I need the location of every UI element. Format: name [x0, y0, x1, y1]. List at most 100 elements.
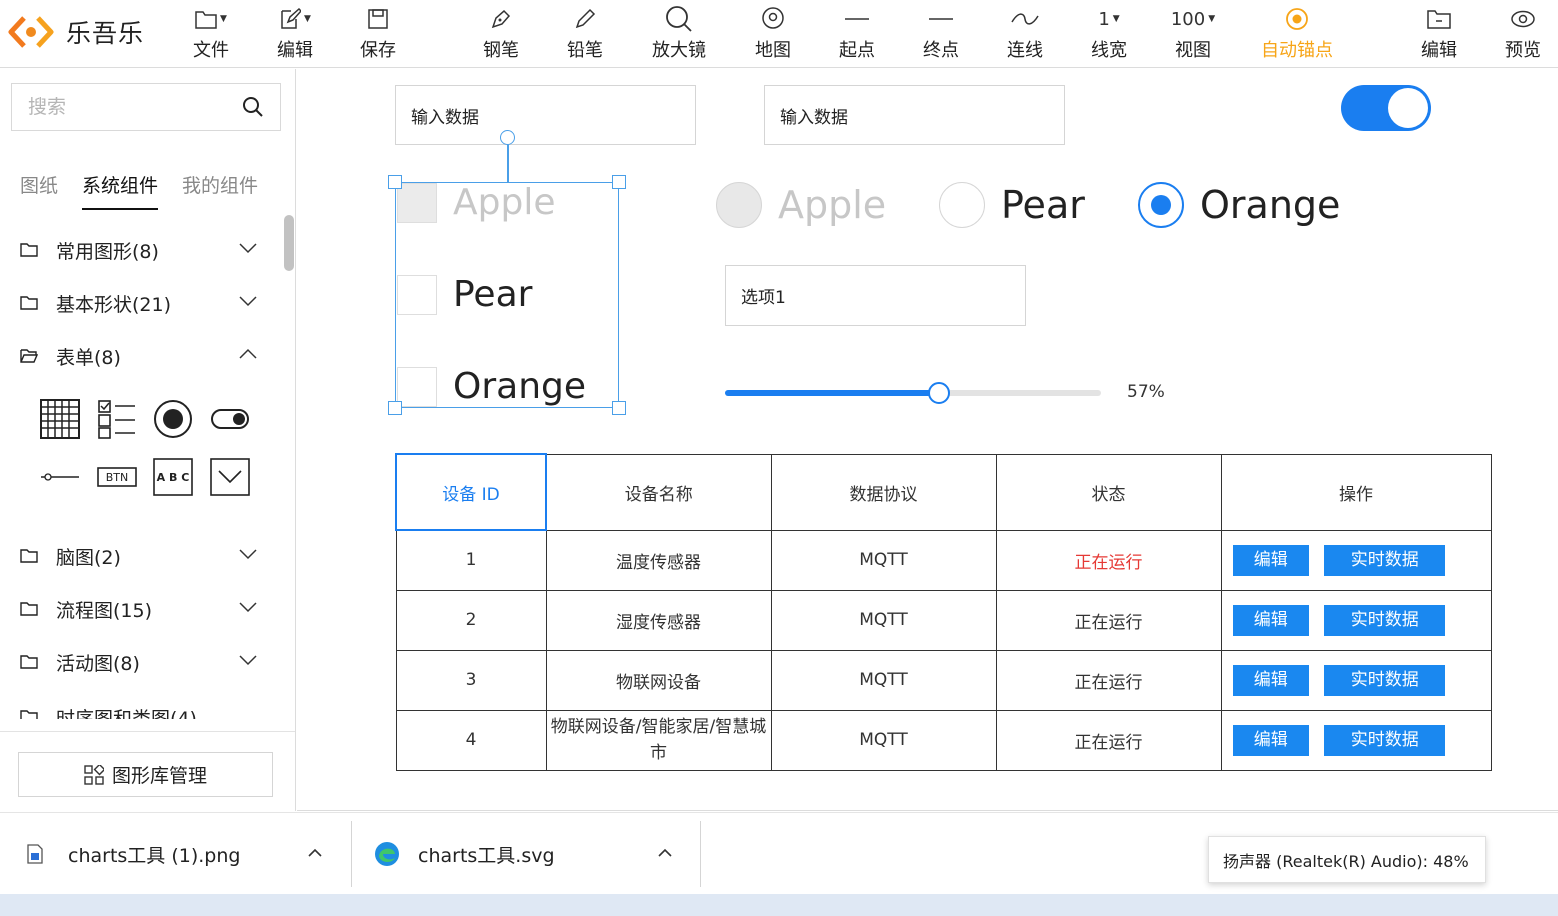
header-device-id[interactable]: 设备 ID: [395, 453, 547, 531]
slider-thumb[interactable]: [928, 382, 951, 404]
category-label: 脑图(2): [56, 546, 121, 569]
radio-pear[interactable]: Pear: [939, 182, 1085, 228]
connector-label: 连线: [1007, 40, 1043, 61]
button-icon[interactable]: BTN: [97, 457, 137, 497]
library-management-button[interactable]: 图形库管理: [18, 752, 273, 797]
edit-button[interactable]: 编辑: [1232, 604, 1309, 636]
file-menu-button[interactable]: ▼ 文件: [179, 4, 243, 66]
zoom-value: 100: [1170, 8, 1206, 30]
sidebar-scrollbar[interactable]: [284, 215, 294, 271]
header-actions: 操作: [1220, 453, 1492, 531]
tab-drawings[interactable]: 图纸: [20, 171, 58, 210]
realtime-data-button[interactable]: 实时数据: [1324, 664, 1446, 696]
category-label: 时序图和类图(4): [56, 707, 197, 720]
connector-button[interactable]: 连线: [993, 4, 1057, 66]
realtime-data-button[interactable]: 实时数据: [1324, 724, 1446, 756]
tab-my-components[interactable]: 我的组件: [182, 171, 258, 210]
cell-actions: 编辑 实时数据: [1220, 709, 1492, 771]
rotate-handle[interactable]: [500, 130, 515, 145]
divider: [351, 821, 352, 887]
end-arrow-button[interactable]: 终点: [909, 4, 973, 66]
zoom-dropdown[interactable]: 100 ▼ 视图: [1161, 4, 1225, 66]
cell-protocol: MQTT: [770, 649, 997, 711]
category-common-shapes[interactable]: 常用图形(8): [20, 236, 264, 264]
radio-orange[interactable]: Orange: [1138, 182, 1340, 228]
line-width-value: 1: [1098, 8, 1110, 30]
edit-button[interactable]: 编辑: [1232, 664, 1309, 696]
pen-tool-button[interactable]: 钢笔: [469, 4, 533, 66]
drawing-canvas[interactable]: 输入数据 输入数据 Apple Pear Orange Apple Pear O…: [297, 69, 1558, 811]
curve-icon: [1011, 13, 1039, 25]
cell-name: 温度传感器: [545, 529, 772, 591]
resize-handle-bottom-left[interactable]: [388, 401, 402, 415]
edit-mode-button[interactable]: 编辑: [1407, 4, 1471, 66]
rotation-line: [507, 145, 509, 183]
category-basic-shapes[interactable]: 基本形状(21): [20, 289, 264, 317]
data-input-1[interactable]: 输入数据: [395, 85, 696, 145]
radio-label: Pear: [1001, 183, 1085, 227]
cell-status: 正在运行: [995, 709, 1222, 771]
auto-anchor-button[interactable]: 自动锚点: [1253, 4, 1341, 66]
start-arrow-button[interactable]: 起点: [825, 4, 889, 66]
category-forms[interactable]: 表单(8): [20, 342, 264, 370]
download-item-png[interactable]: charts工具 (1).png: [26, 813, 336, 895]
line-end-icon: [929, 18, 953, 20]
checkbox-list-icon[interactable]: [97, 399, 137, 439]
resize-handle-bottom-right[interactable]: [612, 401, 626, 415]
category-mindmap[interactable]: 脑图(2): [20, 542, 264, 570]
btn-text: BTN: [106, 471, 129, 484]
save-label: 保存: [360, 40, 396, 61]
toggle-icon[interactable]: [210, 399, 250, 439]
resize-handle-top-right[interactable]: [612, 175, 626, 189]
radio-circle: [939, 182, 985, 228]
text-input-icon[interactable]: A B C: [153, 457, 193, 497]
line-width-dropdown[interactable]: 1 ▼ 线宽: [1077, 4, 1141, 66]
magnifier-tool-button[interactable]: 放大镜: [647, 4, 711, 66]
save-button[interactable]: 保存: [346, 4, 410, 66]
category-label: 常用图形(8): [56, 240, 159, 263]
radio-icon[interactable]: [153, 399, 193, 439]
slider-icon[interactable]: [40, 457, 80, 497]
option-select[interactable]: 选项1: [725, 265, 1026, 326]
radio-apple[interactable]: Apple: [716, 182, 886, 228]
slider-track[interactable]: [725, 382, 1101, 404]
chevron-up-icon[interactable]: [658, 848, 672, 857]
category-sequence-class[interactable]: 时序图和类图(4): [20, 701, 264, 719]
cell-status: 正在运行: [995, 589, 1222, 651]
magnifier-icon: [666, 6, 692, 32]
category-flowchart[interactable]: 流程图(15): [20, 595, 264, 623]
table-icon[interactable]: [40, 399, 80, 439]
edit-button[interactable]: 编辑: [1232, 544, 1309, 576]
tab-system-components[interactable]: 系统组件: [82, 171, 159, 210]
download-item-svg[interactable]: charts工具.svg: [374, 813, 684, 895]
table-row: 3 物联网设备 MQTT 正在运行 编辑 实时数据: [395, 649, 1492, 711]
start-label: 起点: [839, 40, 875, 61]
save-icon: [368, 9, 388, 29]
category-activity[interactable]: 活动图(8): [20, 648, 264, 676]
search-icon[interactable]: [242, 96, 264, 118]
resize-handle-top-left[interactable]: [388, 175, 402, 189]
realtime-data-button[interactable]: 实时数据: [1324, 544, 1446, 576]
cell-status: 正在运行: [995, 529, 1222, 591]
category-label: 表单(8): [56, 346, 121, 369]
toggle-switch[interactable]: [1341, 85, 1431, 131]
chevron-up-icon[interactable]: [308, 848, 322, 857]
search-input[interactable]: [28, 96, 228, 118]
chevron-up-icon: [239, 348, 257, 359]
slider-fill: [725, 390, 940, 396]
select-icon[interactable]: [210, 457, 250, 497]
table-header-row: 设备 ID 设备名称 数据协议 状态 操作: [395, 453, 1492, 531]
radio-circle: [1138, 182, 1184, 228]
pencil-tool-button[interactable]: 铅笔: [553, 4, 617, 66]
folder-icon: [20, 710, 38, 719]
logo-icon: [8, 16, 54, 48]
preview-button[interactable]: 预览: [1491, 4, 1555, 66]
divider: [0, 731, 295, 732]
realtime-data-button[interactable]: 实时数据: [1324, 604, 1446, 636]
edit-button[interactable]: 编辑: [1232, 724, 1309, 756]
edit-label: 编辑: [277, 40, 313, 61]
map-tool-button[interactable]: 地图: [741, 4, 805, 66]
data-input-2[interactable]: 输入数据: [764, 85, 1065, 145]
edit-menu-button[interactable]: ▼ 编辑: [263, 4, 327, 66]
app-logo: 乐吾乐: [8, 12, 144, 52]
